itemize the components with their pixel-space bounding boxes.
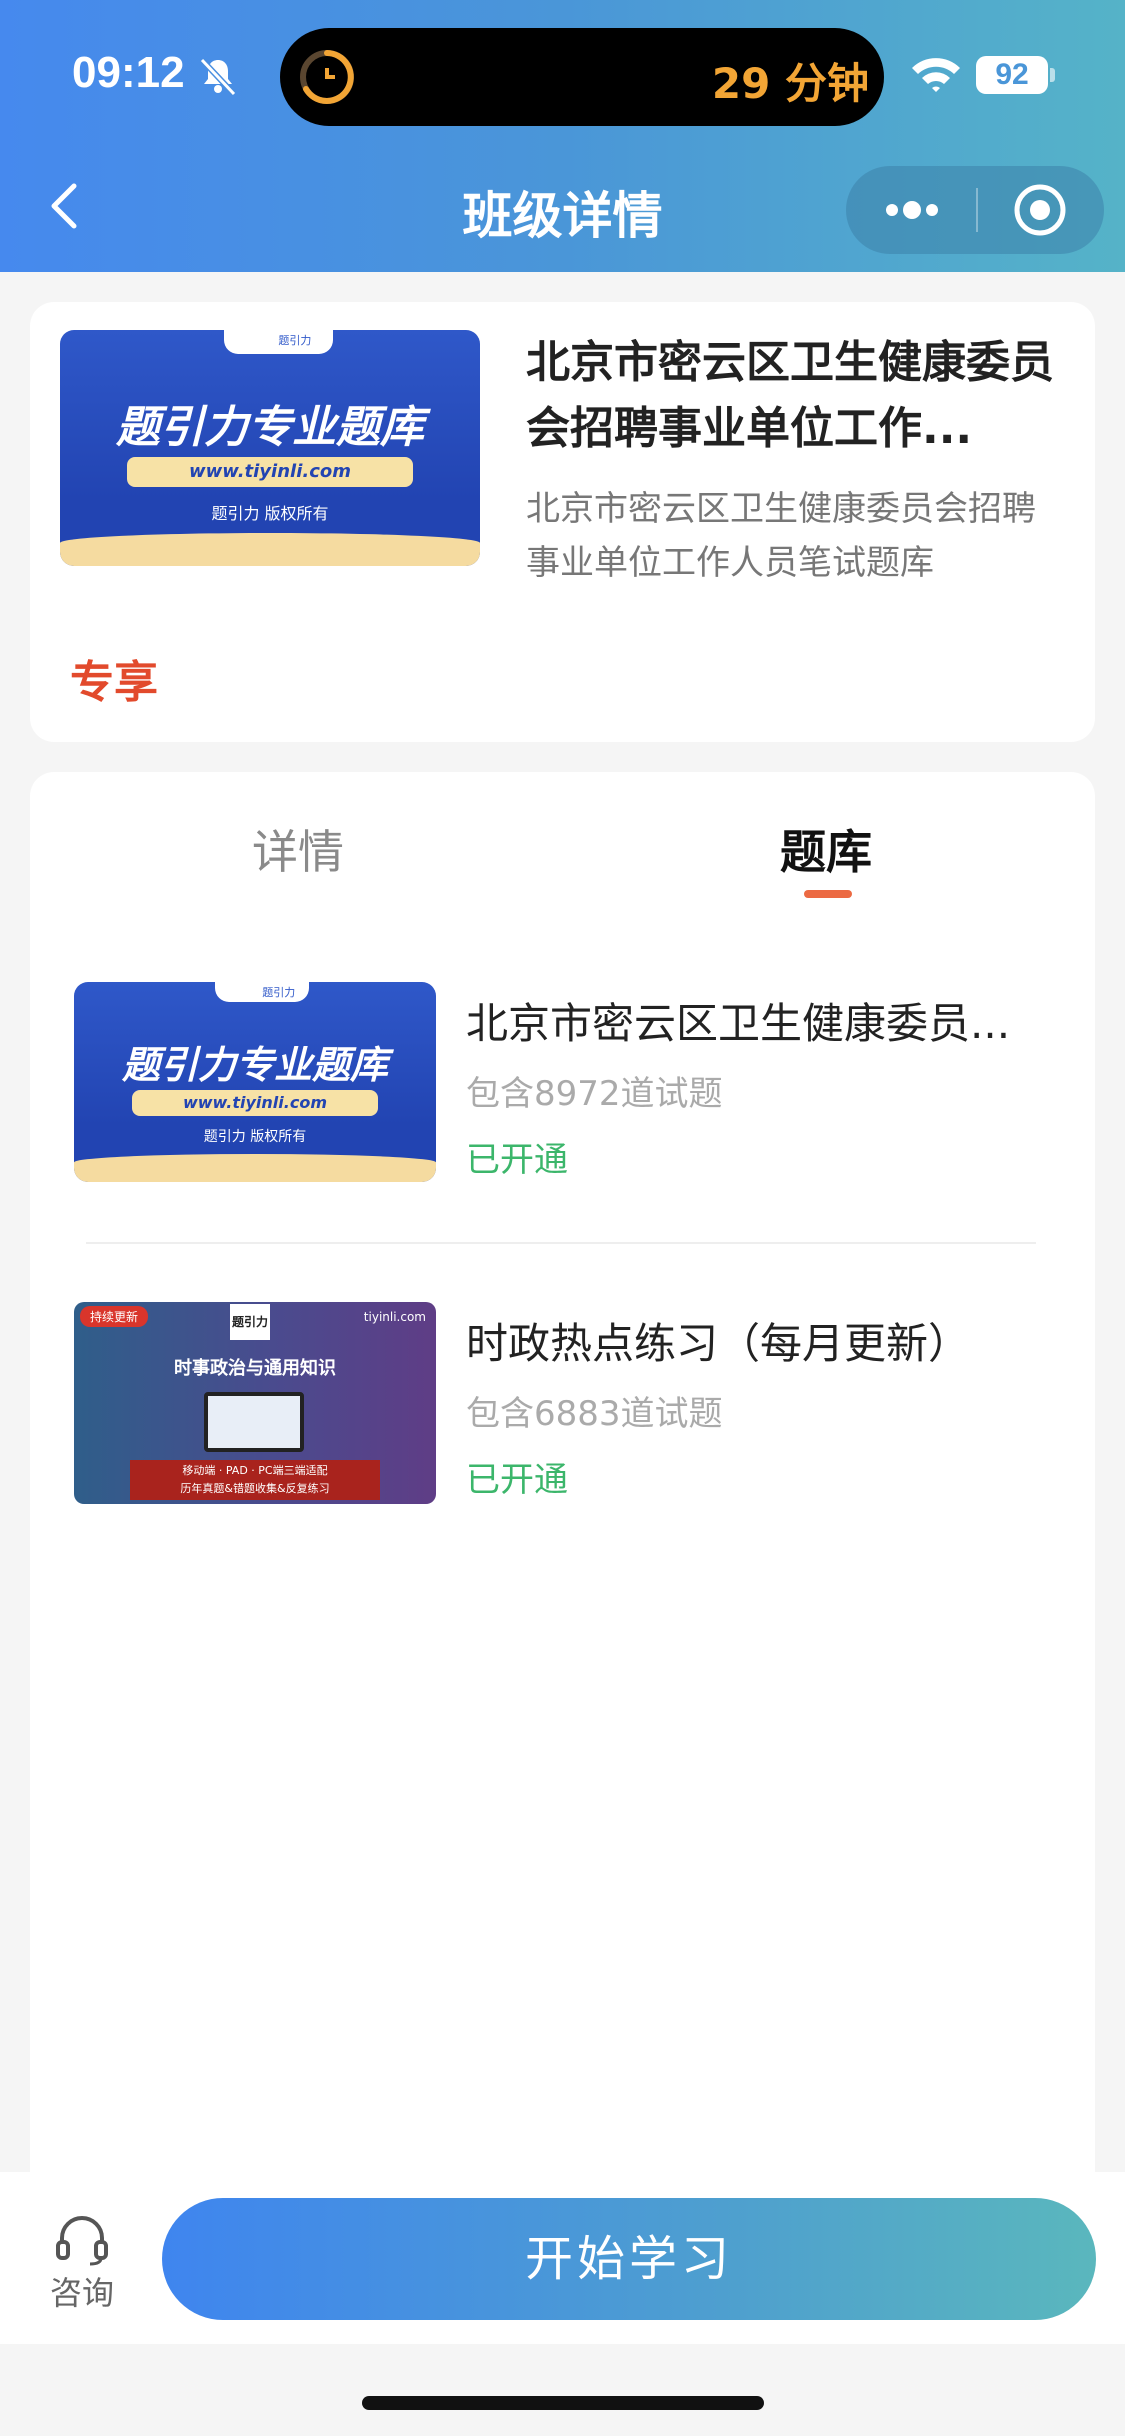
status-time: 09:12: [72, 48, 185, 97]
exclusive-badge: 专享: [70, 657, 158, 708]
list-item-thumbnail[interactable]: 持续更新 题引力 tiyinli.com 时事政治与通用知识 移动端 · PAD…: [74, 1302, 436, 1504]
list-item-status: 已开通: [466, 1460, 568, 1500]
capsule-divider: [976, 188, 978, 232]
consult-label[interactable]: 咨询: [50, 2268, 114, 2314]
wifi-icon: [912, 58, 960, 92]
active-tab-indicator: [804, 890, 852, 898]
banner-title: 题引力专业题库: [121, 1043, 388, 1087]
list-item-count: 包含8972道试题: [466, 1074, 723, 1114]
banner-title: 题引力专业题库: [116, 402, 424, 454]
start-learning-button[interactable]: 开始学习: [162, 2198, 1096, 2320]
banner-title: 时事政治与通用知识: [174, 1358, 336, 1379]
course-title: 北京市密云区卫生健康委员会招聘事业单位工作...: [526, 337, 1054, 454]
battery-indicator: 92: [976, 56, 1048, 94]
timer-icon: [300, 50, 354, 104]
banner-copyright: 题引力 版权所有: [211, 503, 329, 523]
list-divider: [86, 1242, 1036, 1244]
home-indicator: [362, 2396, 764, 2410]
banner-logo: 题引力: [230, 1304, 270, 1340]
banner-bottom-wave: [74, 1154, 436, 1182]
list-item-thumbnail[interactable]: 题引力 题引力专业题库 www.tiyinli.com 题引力 版权所有: [74, 982, 436, 1182]
banner-tag: 持续更新: [80, 1306, 149, 1327]
battery-tip: [1050, 68, 1055, 82]
more-options-icon[interactable]: [880, 190, 944, 230]
close-mini-program-icon[interactable]: [1012, 182, 1068, 238]
banner-ribbon-line: 移动端 · PAD · PC端三端适配: [182, 1464, 328, 1477]
course-description: 北京市密云区卫生健康委员会招聘事业单位工作人员笔试题库: [526, 489, 1036, 583]
device-illustration: [204, 1392, 304, 1452]
tab-question-bank[interactable]: 题库: [780, 816, 872, 882]
banner-ribbon: 移动端 · PAD · PC端三端适配 历年真题&错题收集&反复练习: [130, 1460, 380, 1500]
banner-site: tiyinli.com: [363, 1310, 426, 1324]
banner-notch-text: 题引力: [278, 334, 312, 348]
banner-bottom-wave: [60, 532, 480, 566]
banner-ribbon-line: 历年真题&错题收集&反复练习: [180, 1482, 330, 1495]
banner-copyright: 题引力 版权所有: [203, 1129, 307, 1145]
headset-icon[interactable]: [54, 2214, 110, 2266]
tab-details[interactable]: 详情: [252, 816, 344, 882]
list-item-count: 包含6883道试题: [466, 1394, 723, 1434]
list-item-title[interactable]: 时政热点练习（每月更新）: [466, 1310, 1066, 1371]
bell-muted-icon: [199, 57, 237, 97]
course-banner-image: 题引力 题引力专业题库 www.tiyinli.com 题引力 版权所有: [60, 330, 480, 566]
list-item-status: 已开通: [466, 1140, 568, 1180]
list-item-title[interactable]: 北京市密云区卫生健康委员...: [466, 990, 1066, 1051]
banner-notch-text: 题引力: [262, 986, 296, 999]
island-timer-text: 29 分钟: [711, 59, 869, 108]
banner-url: www.tiyinli.com: [131, 1090, 379, 1116]
banner-url: www.tiyinli.com: [127, 457, 413, 488]
